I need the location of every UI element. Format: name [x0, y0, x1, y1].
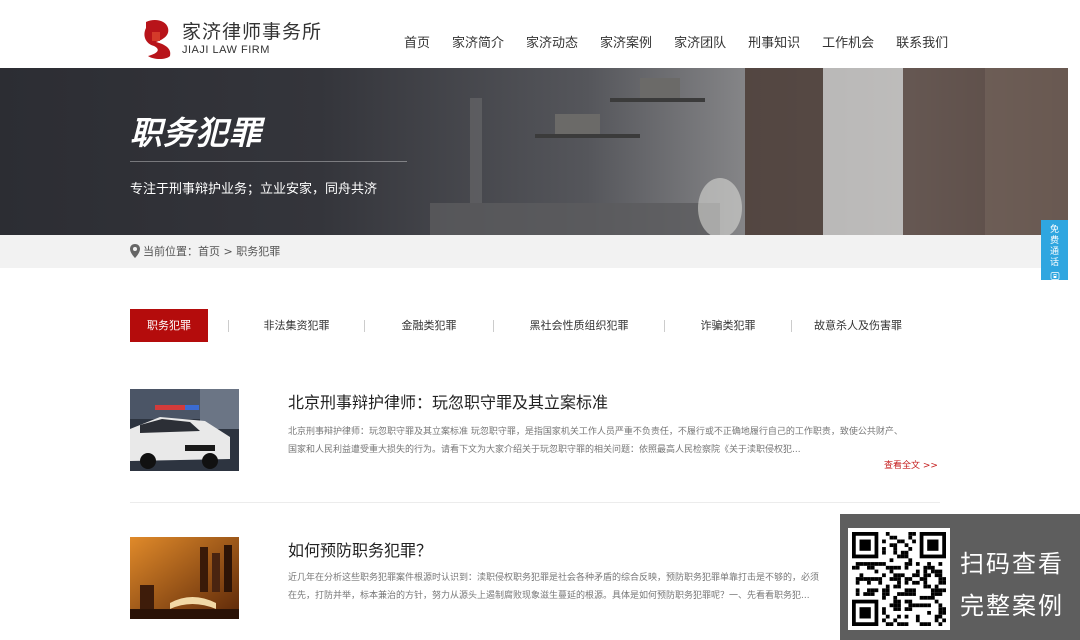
tab-homicide-injury[interactable]: 故意杀人及伤害罪 — [792, 309, 924, 342]
logo[interactable]: 家济律师事务所 JIAJI LAW FIRM — [140, 16, 330, 62]
nav-about[interactable]: 家济简介 — [452, 32, 504, 51]
tab-gang-crime[interactable]: 黑社会性质组织犯罪 — [494, 309, 664, 342]
breadcrumb: 当前位置：首页 > 职务犯罪 — [130, 243, 280, 259]
free-call-label: 免费通话 — [1049, 225, 1059, 268]
nav-jobs[interactable]: 工作机会 — [822, 32, 874, 51]
nav-knowledge[interactable]: 刑事知识 — [748, 32, 800, 51]
breadcrumb-bar: 当前位置：首页 > 职务犯罪 — [0, 235, 1068, 268]
nav-cases[interactable]: 家济案例 — [600, 32, 652, 51]
qr-code-panel: 扫码查看 完整案例 — [840, 514, 1080, 640]
nav-news[interactable]: 家济动态 — [526, 32, 578, 51]
tab-duty-crime[interactable]: 职务犯罪 — [130, 309, 208, 342]
article-item[interactable]: 如何预防职务犯罪？ 近几年在分析这些职务犯罪案件根源时认识到：渎职侵权职务犯罪是… — [130, 537, 940, 627]
hero-banner: 职务犯罪 专注于刑事辩护业务；立业安家，同舟共济 — [0, 68, 1068, 235]
article-title[interactable]: 如何预防职务犯罪？ — [288, 537, 432, 561]
free-call-button[interactable]: 免费通话 — [1041, 220, 1068, 280]
read-more-link[interactable]: 查看全文 >> — [884, 458, 938, 471]
nav-team[interactable]: 家济团队 — [674, 32, 726, 51]
nav-home[interactable]: 首页 — [404, 32, 430, 51]
banner-title: 职务犯罪 — [130, 114, 263, 152]
police-car-thumbnail[interactable] — [130, 389, 239, 471]
logo-english-name: JIAJI LAW FIRM — [182, 44, 270, 56]
breadcrumb-text[interactable]: 当前位置：首页 > 职务犯罪 — [143, 243, 280, 259]
tab-illegal-fundraising[interactable]: 非法集资犯罪 — [229, 309, 364, 342]
article-divider — [130, 502, 940, 503]
phone-icon — [1050, 272, 1059, 280]
nav-contact[interactable]: 联系我们 — [896, 32, 948, 51]
tab-fraud-crime[interactable]: 诈骗类犯罪 — [665, 309, 791, 342]
article-item[interactable]: 北京刑事辩护律师：玩忽职守罪及其立案标准 北京刑事辩护律师：玩忽职守罪及其立案标… — [130, 389, 940, 489]
tab-spacer — [208, 309, 228, 342]
article-summary-line: 国家和人民利益遭受重大损失的行为。请看下文为大家介绍关于玩忽职守罪的相关问题：依… — [288, 445, 801, 455]
site-header: 家济律师事务所 JIAJI LAW FIRM 首页 家济简介 家济动态 家济案例… — [0, 0, 1080, 68]
article-title[interactable]: 北京刑事辩护律师：玩忽职守罪及其立案标准 — [288, 389, 608, 413]
logo-seal-icon — [144, 20, 171, 59]
article-summary: 北京刑事辩护律师：玩忽职守罪及其立案标准 玩忽职守罪，是指国家机关工作人员严重不… — [288, 423, 938, 459]
tab-financial-crime[interactable]: 金融类犯罪 — [365, 309, 493, 342]
qr-caption-line2: 完整案例 — [960, 592, 1064, 620]
location-pin-icon — [130, 244, 140, 258]
qr-code-image[interactable] — [848, 528, 950, 630]
banner-divider — [130, 161, 407, 162]
logo-chinese-name: 家济律师事务所 — [182, 21, 323, 43]
law-books-thumbnail[interactable] — [130, 537, 239, 619]
banner-subtitle: 专注于刑事辩护业务；立业安家，同舟共济 — [130, 182, 378, 197]
main-nav: 首页 家济简介 家济动态 家济案例 家济团队 刑事知识 工作机会 联系我们 — [404, 32, 970, 51]
qr-caption-line1: 扫码查看 — [960, 550, 1064, 578]
category-tabs: 职务犯罪 非法集资犯罪 金融类犯罪 黑社会性质组织犯罪 诈骗类犯罪 故意杀人及伤… — [130, 309, 924, 342]
article-summary-line: 北京刑事辩护律师：玩忽职守罪及其立案标准 玩忽职守罪，是指国家机关工作人员严重不… — [288, 427, 903, 437]
qr-code-icon — [852, 532, 946, 626]
